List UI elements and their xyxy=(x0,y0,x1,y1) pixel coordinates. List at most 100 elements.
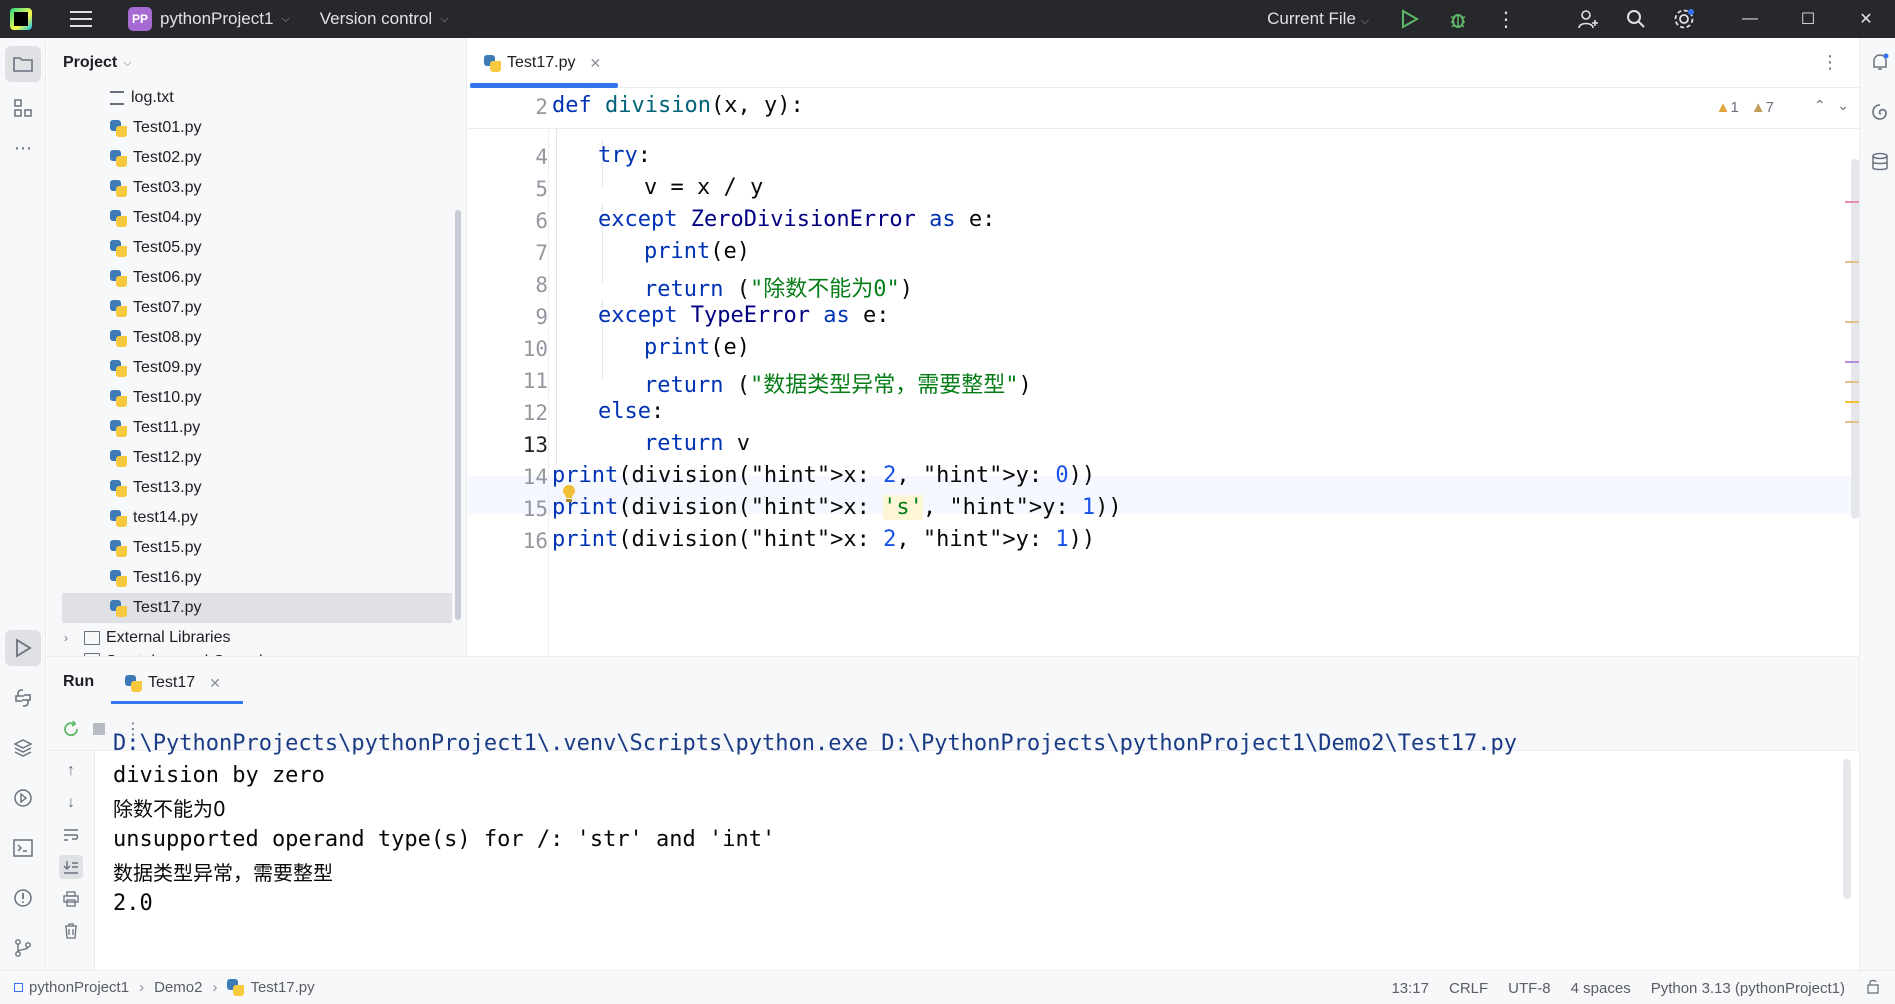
line-number[interactable]: 5 xyxy=(468,177,548,201)
line-number[interactable]: 10 xyxy=(468,337,548,361)
code-line[interactable]: print(division("hint">x: 2, "hint">y: 0)… xyxy=(552,463,1095,488)
scroll-down-icon[interactable]: ↓ xyxy=(59,791,83,815)
code-line[interactable]: try: xyxy=(598,143,651,168)
layers-icon[interactable] xyxy=(5,730,41,766)
editor-scrollbar-thumb[interactable] xyxy=(1851,159,1859,519)
run-tab-test17[interactable]: Test17 ✕ xyxy=(111,665,235,701)
warning-stripe-mark[interactable] xyxy=(1845,321,1859,323)
tree-item-file[interactable]: Test04.py xyxy=(47,203,466,233)
breadcrumb-project[interactable]: pythonProject1 xyxy=(29,979,129,996)
tree-item-file[interactable]: Test09.py xyxy=(47,353,466,383)
line-number[interactable]: 2 xyxy=(468,95,548,119)
line-number[interactable]: 6 xyxy=(468,209,548,233)
python-interpreter[interactable]: Python 3.13 (pythonProject1) xyxy=(1651,980,1845,997)
lock-icon[interactable] xyxy=(1865,978,1881,998)
close-tab-icon[interactable]: ✕ xyxy=(589,55,601,72)
tree-item-file[interactable]: Test08.py xyxy=(47,323,466,353)
project-panel-header[interactable]: Project ⌵ xyxy=(47,38,466,88)
debug-icon[interactable] xyxy=(1447,8,1469,30)
editor-scrollbar[interactable] xyxy=(1851,159,1859,629)
notifications-bell-icon[interactable] xyxy=(1862,44,1895,80)
tree-item-external-libraries[interactable]: › External Libraries xyxy=(47,623,466,653)
code-line[interactable]: v = x / y xyxy=(644,175,763,200)
add-user-icon[interactable] xyxy=(1577,8,1599,30)
navigate-problems-arrows[interactable]: ⌃ ⌄ xyxy=(1814,97,1849,114)
structure-icon[interactable] xyxy=(5,90,41,126)
previous-problem-icon[interactable]: ⌃ xyxy=(1814,97,1826,113)
soft-wrap-icon[interactable] xyxy=(59,823,83,847)
indent-setting[interactable]: 4 spaces xyxy=(1571,980,1631,997)
clear-trash-icon[interactable] xyxy=(59,919,83,943)
warning-stripe-mark[interactable] xyxy=(1845,421,1859,423)
code-line[interactable]: print(division("hint">x: 2, "hint">y: 1)… xyxy=(552,527,1095,552)
run-configuration-select[interactable]: Current File ⌵ xyxy=(1267,9,1369,29)
caret-position[interactable]: 13:17 xyxy=(1391,980,1429,997)
problems-icon[interactable] xyxy=(5,880,41,916)
tree-item-file[interactable]: Test02.py xyxy=(47,143,466,173)
file-encoding[interactable]: UTF-8 xyxy=(1508,980,1551,997)
code-line[interactable]: print(e) xyxy=(644,239,750,264)
warning-stripe-mark[interactable] xyxy=(1845,401,1859,403)
code-line[interactable]: print(e) xyxy=(644,335,750,360)
close-window-button[interactable]: ✕ xyxy=(1837,0,1895,38)
next-problem-icon[interactable]: ⌄ xyxy=(1837,97,1849,113)
breadcrumb-folder[interactable]: Demo2 xyxy=(154,979,202,996)
warning-stripe-mark[interactable] xyxy=(1845,261,1859,263)
terminal-icon[interactable] xyxy=(5,830,41,866)
tree-item-file[interactable]: Test13.py xyxy=(47,473,466,503)
tree-item-file[interactable]: log.txt xyxy=(47,83,466,113)
line-number[interactable]: 11 xyxy=(468,369,548,393)
line-number[interactable]: 8 xyxy=(468,273,548,297)
line-number[interactable]: 16 xyxy=(468,529,548,553)
maximize-button[interactable]: ☐ xyxy=(1779,0,1837,38)
inspection-widget[interactable]: ▲1 ▲7 xyxy=(1716,99,1774,116)
tree-item-file[interactable]: Test12.py xyxy=(47,443,466,473)
breadcrumb-file[interactable]: Test17.py xyxy=(250,979,314,996)
error-stripe-mark[interactable] xyxy=(1845,201,1859,203)
line-number[interactable]: 14 xyxy=(468,465,548,489)
tab-test17[interactable]: Test17.py ✕ xyxy=(468,38,618,88)
tree-item-file[interactable]: Test06.py xyxy=(47,263,466,293)
project-switcher[interactable]: pythonProject1 xyxy=(160,9,273,29)
code-line[interactable]: except TypeError as e: xyxy=(598,303,889,328)
code-editor[interactable]: 2 def division(x, y): 4 try: 5 v = x / y 6 exce… xyxy=(468,89,1859,656)
search-icon[interactable] xyxy=(1625,8,1647,30)
git-branch-icon[interactable] xyxy=(5,930,41,966)
line-number[interactable]: 7 xyxy=(468,241,548,265)
warning-count[interactable]: ▲1 xyxy=(1716,99,1739,116)
run-tool-icon[interactable] xyxy=(5,630,41,666)
tree-item-file[interactable]: Test16.py xyxy=(47,563,466,593)
line-number[interactable]: 15 xyxy=(468,497,548,521)
ai-assistant-icon[interactable] xyxy=(1862,94,1895,130)
line-number[interactable]: 12 xyxy=(468,401,548,425)
rerun-icon[interactable] xyxy=(59,717,83,741)
python-packages-icon[interactable] xyxy=(5,680,41,716)
project-scrollbar[interactable] xyxy=(455,210,461,620)
scroll-to-end-icon[interactable] xyxy=(59,855,83,879)
code-line[interactable]: print(division("hint">x: 's', "hint">y: … xyxy=(552,495,1122,520)
code-line[interactable]: else: xyxy=(598,399,664,424)
console-scrollbar[interactable] xyxy=(1843,759,1851,899)
project-badge[interactable]: PP xyxy=(128,7,152,31)
code-line[interactable]: return v xyxy=(644,431,750,456)
line-number[interactable]: 4 xyxy=(468,145,548,169)
tree-item-file[interactable]: Test07.py xyxy=(47,293,466,323)
tree-item-file[interactable]: Test10.py xyxy=(47,383,466,413)
console-output[interactable]: D:\PythonProjects\pythonProject1\.venv\S… xyxy=(95,731,1795,919)
more-actions-icon[interactable]: ⋮ xyxy=(1495,8,1517,31)
warning-stripe-mark[interactable] xyxy=(1845,381,1859,383)
tree-item-file[interactable]: Test15.py xyxy=(47,533,466,563)
code-line[interactable]: except ZeroDivisionError as e: xyxy=(598,207,995,232)
main-menu-icon[interactable] xyxy=(70,8,92,30)
line-number[interactable]: 13 xyxy=(468,433,548,457)
tree-item-file[interactable]: Test05.py xyxy=(47,233,466,263)
line-number[interactable]: 9 xyxy=(468,305,548,329)
services-icon[interactable] xyxy=(5,780,41,816)
project-folder-icon[interactable] xyxy=(5,46,41,82)
version-control-menu[interactable]: Version control xyxy=(320,9,432,29)
close-run-tab-icon[interactable]: ✕ xyxy=(209,675,221,692)
database-icon[interactable] xyxy=(1862,144,1895,180)
code-line[interactable]: def division(x, y): xyxy=(552,93,804,118)
tab-options-icon[interactable]: ⋮ xyxy=(1821,52,1839,73)
tree-item-file[interactable]: Test03.py xyxy=(47,173,466,203)
